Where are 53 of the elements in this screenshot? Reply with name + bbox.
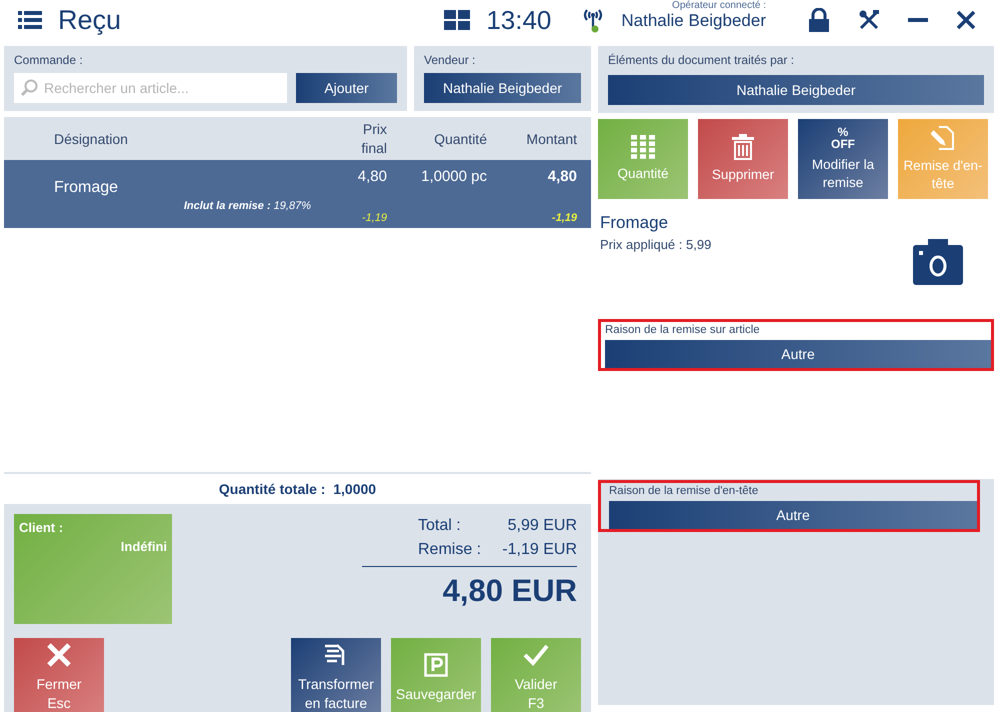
order-label: Commande : [14, 53, 84, 67]
client-label: Client : [19, 520, 64, 535]
total-value: 5,99 EUR [508, 516, 577, 536]
column-header: Prix final [360, 120, 387, 157]
reason-button[interactable]: Autre [609, 501, 977, 529]
operator-name: Nathalie Beigbeder [621, 10, 766, 30]
menu-icon[interactable] [18, 10, 42, 30]
item-name: Fromage [54, 178, 120, 197]
discount-note: Inclut la remise : 19,87% [182, 200, 312, 212]
price-discount: -1,19 [360, 212, 387, 224]
keypad-icon [631, 135, 655, 159]
trash-icon [732, 134, 754, 160]
close-icon[interactable] [956, 10, 976, 30]
applied-price: Prix appliqué : 5,99 [600, 237, 712, 252]
checkmark-icon [523, 643, 549, 667]
processed-by-label: Éléments du document traités par : [608, 53, 796, 67]
price-cell-text: 4,80 [356, 167, 387, 187]
seller-button[interactable]: Nathalie Beigbeder [424, 73, 581, 103]
column-header: Désignation [54, 130, 129, 146]
total-label: Total : [418, 516, 461, 536]
add-button[interactable]: Ajouter [296, 73, 397, 103]
reason-label: Raison de la remise sur article [605, 324, 761, 336]
column-header: Montant [525, 130, 577, 146]
reason-button[interactable]: Autre [605, 340, 991, 368]
percent-off-icon: % OFF [831, 126, 855, 150]
table-row[interactable]: Fromage 4,80 1,0000 pc 4,80 Inclut la remise : 19,87% -1,19 -1,19 [4, 160, 591, 228]
window-title: Reçu [58, 4, 122, 36]
invoice-button[interactable]: Transformer en facture [291, 638, 381, 712]
discount-label: Remise : [418, 540, 482, 560]
total-quantity: Quantité totale : 1,0000 [218, 481, 376, 497]
close-button[interactable]: Fermer Esc [14, 638, 104, 712]
operator-label: Opérateur connecté : [672, 0, 766, 10]
quantity-cell-text: 1,0000 pc [420, 167, 487, 187]
parking-icon [424, 652, 448, 676]
product-name: Fromage [600, 213, 670, 233]
discount-value: -1,19 EUR [502, 540, 577, 560]
grand-total: 4,80 EUR [442, 573, 577, 609]
discount-tile[interactable]: % OFF Modifier la remise [798, 119, 888, 199]
seller-label: Vendeur : [424, 53, 476, 67]
delete-tile[interactable]: Supprimer [698, 119, 788, 199]
grid-icon[interactable] [444, 10, 470, 30]
clock-time: 13:40 [486, 4, 552, 36]
lock-icon[interactable] [808, 8, 830, 32]
processed-by-button[interactable]: Nathalie Beigbeder [608, 75, 984, 105]
column-header: Quantité [433, 130, 487, 146]
reason-label: Raison de la remise d'en-tête [609, 485, 760, 497]
search-icon [20, 79, 38, 97]
close-icon [47, 643, 71, 667]
search-field[interactable]: Rechercher un article... [14, 73, 287, 103]
edit-document-icon [931, 125, 955, 151]
amount-discount: -1,19 [550, 212, 577, 224]
client-value: Indéfini [120, 539, 167, 554]
amount-cell-text: 4,80 [546, 167, 577, 187]
